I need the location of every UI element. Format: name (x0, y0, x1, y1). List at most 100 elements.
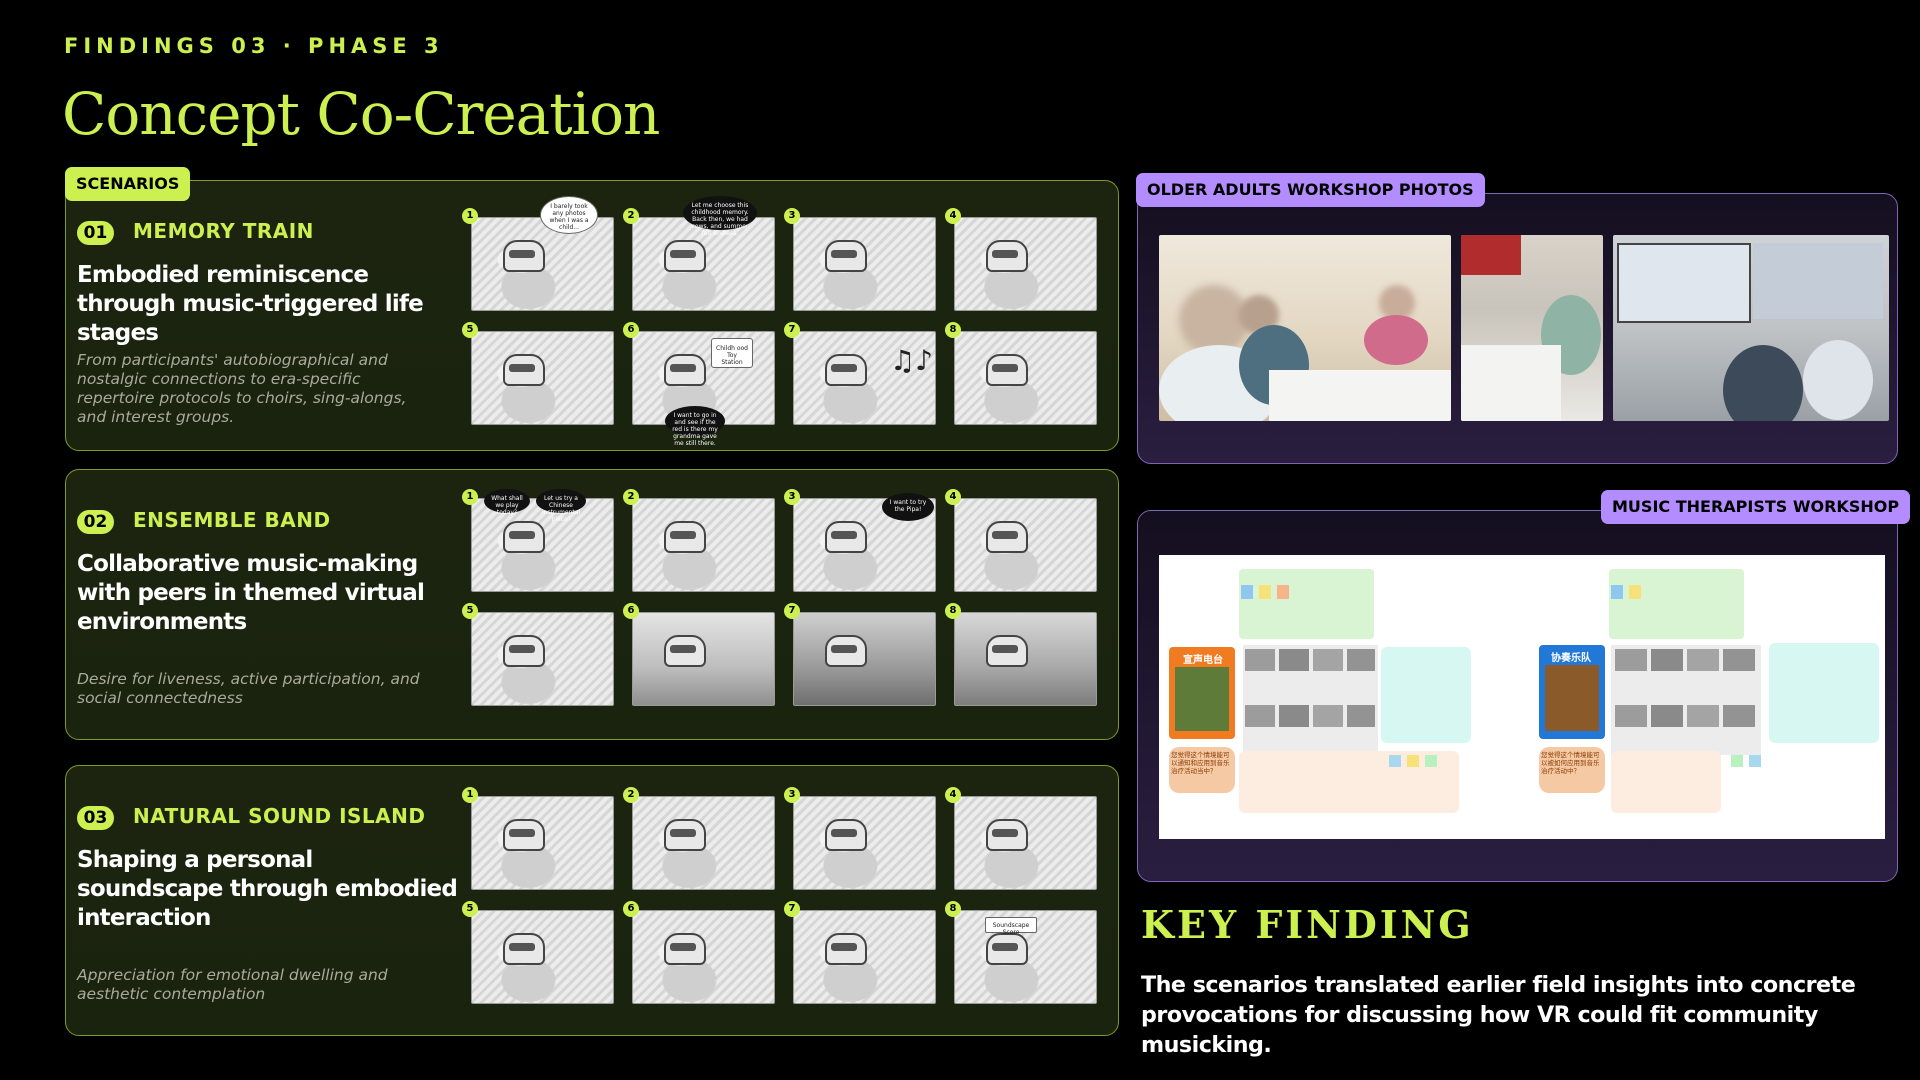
vr-headset-figure-icon (664, 354, 707, 387)
storyboard-panel: 7 (784, 901, 936, 1004)
scenario-name: MEMORY TRAIN (133, 219, 314, 243)
panel-number: 5 (462, 901, 478, 917)
storyboard-panel: 3 (784, 787, 936, 890)
person-shirt (1723, 345, 1803, 421)
table-papers (1461, 345, 1561, 421)
vr-headset-figure-icon (986, 354, 1029, 387)
music-therapists-workshop-card: 宣声电台 您觉得这个情境能可以通知和应用到音乐治疗活动当中？ 协奏乐队 您觉得这… (1137, 510, 1898, 882)
panel-number: 6 (623, 322, 639, 338)
person-shirt (1364, 315, 1428, 365)
storyboard-panel: 6 (623, 603, 775, 706)
speech-bubble: Let me choose this childhood memory. Bac… (683, 196, 757, 237)
scenario-number: 01 (77, 221, 114, 245)
vr-headset-figure-icon (825, 354, 868, 387)
sticky-note (1241, 585, 1253, 599)
storyboard-panel: 8 Soundscape Score (945, 901, 1097, 1004)
vr-headset-figure-icon (664, 521, 707, 554)
workshop-photo (1461, 235, 1603, 421)
storyboard-panel: 2 Let me choose this childhood memory. B… (623, 196, 775, 311)
panel-number: 5 (462, 322, 478, 338)
panel-number: 8 (945, 901, 961, 917)
storyboard-panel: 1 What shall we play today? Let us try a… (462, 489, 614, 592)
storyboard-panel: 5 (462, 901, 614, 1004)
storyboard-panel: 3 (784, 208, 936, 311)
panel-number: 1 (462, 787, 478, 803)
vr-headset-figure-icon (825, 819, 868, 852)
storyboard-grid: 1 What shall we play today? Let us try a… (462, 489, 1097, 706)
storyboard-panel: 3 I want to try the Pipa! (784, 489, 936, 592)
storyboard-grid: 1 2 3 4 5 6 7 8 Soundscape Score (462, 787, 1097, 1004)
projection-screen (1617, 243, 1751, 323)
panel-number: 5 (462, 603, 478, 619)
thumb (1279, 705, 1309, 727)
workshop-photo (1613, 235, 1889, 421)
boat-figure-icon (825, 635, 868, 668)
vr-headset-figure-icon (503, 933, 546, 966)
thumb (1687, 649, 1719, 671)
scenario-card-natural-sound-island: 03 NATURAL SOUND ISLAND Shaping a person… (65, 765, 1119, 1036)
panel-number: 4 (945, 208, 961, 224)
panel-number: 7 (784, 322, 800, 338)
speech-bubble: I barely took any photos when I was a ch… (540, 196, 598, 234)
storyboard-panel: 8 (945, 603, 1097, 706)
eyebrow-label: FINDINGS 03 · PHASE 3 (64, 34, 444, 58)
projection-screen (1753, 243, 1883, 319)
panel-number: 4 (945, 787, 961, 803)
panel-number: 2 (623, 787, 639, 803)
thumb (1651, 705, 1683, 727)
thumb (1687, 705, 1719, 727)
vr-headset-figure-icon (664, 240, 707, 273)
vr-headset-figure-icon (825, 240, 868, 273)
scenario-description: Appreciation for emotional dwelling and … (77, 966, 388, 1003)
sticky-note (1259, 585, 1271, 599)
mindmap-cluster (1769, 643, 1879, 743)
key-finding-body: The scenarios translated earlier field i… (1141, 972, 1856, 1058)
thumb (1313, 649, 1343, 671)
panel-number: 6 (623, 901, 639, 917)
panel-number: 3 (784, 787, 800, 803)
storyboard-panel: 1 (462, 787, 614, 890)
scenario-description: From participants' autobiographical and … (77, 351, 407, 426)
sticky-note (1425, 755, 1437, 767)
sticky-note (1611, 585, 1623, 599)
scenario-headline: Collaborative music-making with peers in… (77, 551, 425, 635)
vr-headset-figure-icon (986, 819, 1029, 852)
thumb (1245, 649, 1275, 671)
sticky-note (1277, 585, 1289, 599)
vr-headset-figure-icon (503, 521, 546, 554)
scenario-description: Desire for liveness, active participatio… (77, 670, 420, 707)
sticky-note (1749, 755, 1761, 767)
thumb (1347, 705, 1375, 727)
response-cluster (1611, 751, 1721, 813)
workshop-photo (1159, 235, 1451, 421)
scenario-card-ensemble-band: 02 ENSEMBLE BAND Collaborative music-mak… (65, 469, 1119, 740)
panel-number: 3 (784, 208, 800, 224)
sticky-note (1389, 755, 1401, 767)
storyboard-panel: 4 (945, 787, 1097, 890)
thumb (1279, 649, 1309, 671)
storyboard-panel: 2 (623, 787, 775, 890)
panel-number: 1 (462, 489, 478, 505)
scenario-number: 02 (77, 510, 114, 534)
person-shirt (1803, 340, 1873, 420)
therapists-workshop-tag: MUSIC THERAPISTS WORKSHOP (1601, 490, 1911, 524)
sticky-note (1731, 755, 1743, 767)
question-text: 您觉得这个情境能可以被如何应用到音乐治疗活动中？ (1541, 751, 1600, 775)
panel-number: 7 (784, 901, 800, 917)
storyboard-panel: 2 (623, 489, 775, 592)
key-finding-title: KEY FINDING (1141, 902, 1474, 947)
boat-figure-icon (986, 635, 1029, 668)
thumb (1347, 649, 1375, 671)
mindmap-cluster (1381, 647, 1471, 743)
panel-number: 4 (945, 489, 961, 505)
vr-headset-figure-icon (503, 240, 546, 273)
thumb (1245, 705, 1275, 727)
thumb (1723, 705, 1755, 727)
board-card-title: 宣声电台 (1183, 655, 1223, 666)
board-card-title: 协奏乐队 (1551, 653, 1591, 664)
panel-number: 2 (623, 489, 639, 505)
vr-headset-figure-icon (503, 354, 546, 387)
vr-headset-figure-icon (986, 521, 1029, 554)
question-text: 您觉得这个情境能可以通知和应用到音乐治疗活动当中？ (1171, 751, 1230, 775)
thumb (1313, 705, 1343, 727)
